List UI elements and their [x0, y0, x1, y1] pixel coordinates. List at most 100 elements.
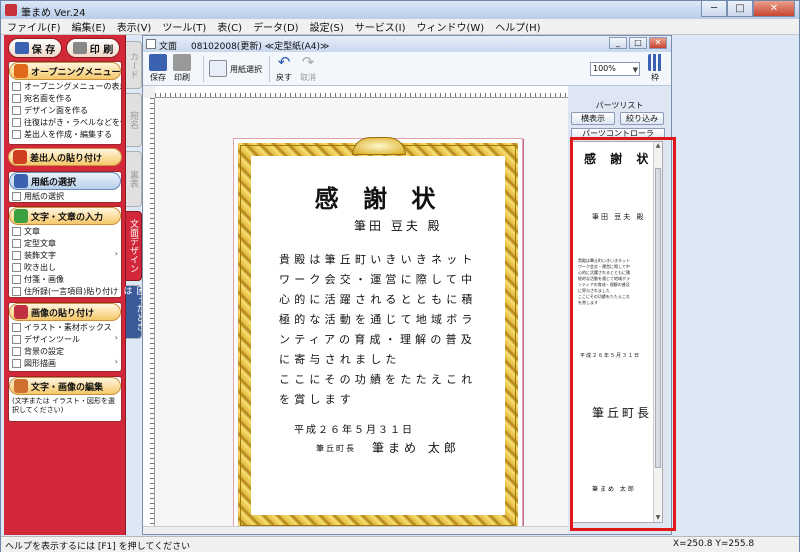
tab-help[interactable]: 困ったときは — [122, 285, 145, 339]
certificate-recipient[interactable]: 筆田 豆夫 殿 — [354, 217, 443, 234]
menu-bar: ファイル(F) 編集(E) 表示(V) ツール(T) 表(C) データ(D) 設… — [1, 19, 799, 35]
menu-service[interactable]: サービス(I) — [355, 19, 406, 34]
certificate-body-line[interactable]: に寄与されました — [279, 351, 401, 367]
toolbar: 保存 印刷 用紙選択 ↶ 戻す ↷ 取消 100% ▼ 枠 — [143, 52, 671, 86]
certificate-signer-role[interactable]: 筆丘町長 — [316, 443, 356, 454]
image-item-shapes[interactable]: 図形描画 › — [9, 357, 121, 369]
paper-icon — [14, 174, 28, 188]
image-item-designtool[interactable]: デザインツール › — [9, 333, 121, 345]
scroll-thumb[interactable] — [655, 168, 661, 468]
text-header[interactable]: 文字・文章の入力 — [9, 207, 121, 225]
menu-help[interactable]: ヘルプ(H) — [495, 19, 540, 34]
opening-item-sender[interactable]: 差出人を作成・編集する — [9, 128, 121, 140]
parts-list[interactable]: 感 謝 状 筆田 豆夫 殿 貴殿は筆丘町いきいきネット ワーク会交・運営に際して… — [571, 141, 663, 523]
submenu-arrow-icon: › — [114, 249, 118, 258]
doc-close-button[interactable]: ✕ — [649, 37, 667, 49]
parts-item-body[interactable]: 貴殿は筆丘町いきいきネット ワーク会交・運営に際して中 心的に活躍されるとともに… — [578, 258, 650, 306]
save-button[interactable]: 保 存 — [8, 38, 62, 58]
horizontal-view-button[interactable]: 横表示 — [571, 112, 615, 125]
parts-item-signer-name[interactable]: 筆まめ 太郎 — [592, 484, 636, 493]
text-item-template[interactable]: 定型文章 — [9, 237, 121, 249]
certificate-paper[interactable]: 感 謝 状 筆田 豆夫 殿 貴殿は筆丘町いきいきネット ワーク会交・運営に際して… — [233, 137, 524, 526]
image-icon — [14, 305, 28, 319]
opening-menu-header[interactable]: オープニングメニュー ▼ — [9, 62, 121, 80]
certificate-body-line[interactable]: 貴殿は筆丘町いきいきネット — [279, 251, 477, 267]
opening-item-address[interactable]: 宛名面を作る — [9, 92, 121, 104]
menu-settings[interactable]: 設定(S) — [310, 19, 344, 34]
frame-button[interactable]: 枠 — [648, 54, 662, 83]
paper-select-button[interactable]: 用紙選択 — [209, 60, 262, 78]
text-item-sticky[interactable]: 付箋・画像 — [9, 273, 121, 285]
text-item-decorative[interactable]: 装飾文字 › — [9, 249, 121, 261]
undo-button[interactable]: ↶ 戻す — [275, 54, 293, 83]
parts-controller-button[interactable]: パーツコントローラ — [571, 128, 665, 140]
toolbar-save-button[interactable]: 保存 — [149, 54, 167, 83]
menu-file[interactable]: ファイル(F) — [7, 19, 61, 34]
tab-address[interactable]: 宛名 — [126, 93, 142, 147]
parts-item-title[interactable]: 感 謝 状 — [584, 150, 653, 167]
certificate-body-line[interactable]: 心的に活躍されるとともに積 — [279, 291, 477, 307]
opening-item-design[interactable]: デザイン面を作る — [9, 104, 121, 116]
menu-edit[interactable]: 編集(E) — [72, 19, 106, 34]
menu-window[interactable]: ウィンドウ(W) — [417, 19, 485, 34]
addressbook-icon — [12, 286, 21, 296]
tab-reverse[interactable]: 裏表 — [126, 151, 142, 207]
menu-icon — [12, 81, 21, 91]
certificate-body-line[interactable]: ワーク会交・運営に際して中 — [279, 271, 476, 287]
edit-header[interactable]: 文字・画像の編集 — [9, 377, 121, 395]
shapes-icon — [12, 358, 21, 368]
parts-item-recipient[interactable]: 筆田 豆夫 殿 — [592, 212, 645, 222]
zoom-select[interactable]: 100% ▼ — [590, 62, 640, 76]
image-header[interactable]: 画像の貼り付け — [9, 303, 121, 321]
opening-item-postcard[interactable]: 往復はがき・ラベルなどを作る — [9, 116, 121, 128]
opening-item-show[interactable]: オープニングメニューの表示 — [9, 80, 121, 92]
title-bar: 筆まめ Ver.24 ─ □ ✕ — [1, 1, 799, 19]
parts-item-signer-role[interactable]: 筆丘町長 — [592, 404, 652, 421]
toolbar-print-button[interactable]: 印刷 — [173, 54, 191, 83]
doc-minimize-button[interactable]: _ — [609, 37, 627, 49]
document-name: 08102008(更新) ≪定型紙(A4)≫ — [191, 42, 330, 52]
print-button[interactable]: 印 刷 — [66, 38, 120, 58]
maximize-button[interactable]: □ — [727, 1, 753, 17]
printer-icon — [72, 42, 87, 54]
paper-header[interactable]: 用紙の選択 — [9, 172, 121, 190]
minimize-button[interactable]: ─ — [701, 1, 727, 17]
stamp-icon — [13, 150, 27, 164]
close-button[interactable]: ✕ — [753, 1, 795, 17]
opening-icon — [14, 64, 28, 78]
menu-view[interactable]: 表示(V) — [117, 19, 152, 34]
scroll-down-icon[interactable]: ▼ — [654, 514, 662, 522]
horizontal-scrollbar[interactable] — [143, 526, 568, 534]
certificate-body-line[interactable]: ここにその功績をたたえこれ — [279, 371, 476, 387]
certificate-title[interactable]: 感 謝 状 — [234, 179, 524, 214]
certificate-signer-name[interactable]: 筆まめ 太郎 — [372, 439, 460, 456]
tab-design[interactable]: 文面デザイン — [126, 211, 142, 281]
paper-item-select[interactable]: 用紙の選択 — [9, 190, 121, 202]
parts-item-date[interactable]: 平成２６年５月３１日 — [580, 352, 640, 359]
filter-button[interactable]: 絞り込み — [620, 112, 664, 125]
edit-icon — [14, 379, 28, 393]
certificate-body-line[interactable]: ンティアの育成・理解の普及 — [279, 331, 476, 347]
sentence-icon — [12, 226, 21, 236]
text-item-sentence[interactable]: 文章 — [9, 225, 121, 237]
redo-button[interactable]: ↷ 取消 — [299, 54, 317, 83]
sender-paste-button[interactable]: 差出人の貼り付け — [8, 148, 122, 166]
menu-data[interactable]: データ(D) — [253, 19, 299, 34]
image-item-illustration[interactable]: イラスト・素材ボックス — [9, 321, 121, 333]
tab-card[interactable]: カード — [126, 41, 142, 89]
certificate-date[interactable]: 平成２６年５月３１日 — [294, 421, 414, 436]
text-item-addressbook[interactable]: 住所録(一言項目)貼り付け — [9, 285, 121, 297]
menu-tools[interactable]: ツール(T) — [162, 19, 206, 34]
image-item-background[interactable]: 背景の設定 — [9, 345, 121, 357]
document-window: 文面 08102008(更新) ≪定型紙(A4)≫ _ □ ✕ 保存 印刷 用紙… — [142, 35, 672, 535]
doc-restore-button[interactable]: □ — [629, 37, 647, 49]
certificate-body-line[interactable]: を賞します — [279, 391, 355, 407]
text-item-balloon[interactable]: 吹き出し — [9, 261, 121, 273]
certificate-body-line[interactable]: 極的な活動を通じて地域ボラ — [279, 311, 477, 327]
cursor-coordinates: X=250.8 Y=255.8 — [673, 539, 755, 549]
parts-scrollbar[interactable]: ▲ ▼ — [653, 142, 662, 522]
scroll-up-icon[interactable]: ▲ — [654, 142, 662, 150]
canvas-area[interactable]: 感 謝 状 筆田 豆夫 殿 貴殿は筆丘町いきいきネット ワーク会交・運営に際して… — [143, 86, 568, 526]
paper-section: 用紙の選択 用紙の選択 — [8, 171, 122, 203]
menu-table[interactable]: 表(C) — [217, 19, 242, 34]
